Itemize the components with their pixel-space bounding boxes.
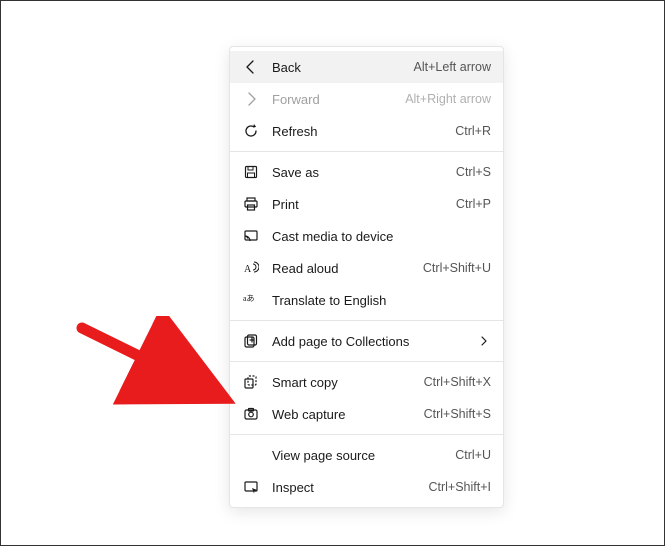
- menu-item-save-as[interactable]: Save asCtrl+S: [230, 156, 503, 188]
- menu-item-label: Web capture: [272, 407, 424, 422]
- menu-item-shortcut: Alt+Right arrow: [405, 92, 491, 106]
- menu-separator: [230, 151, 503, 152]
- menu-item-translate[interactable]: aあ Translate to English: [230, 284, 503, 316]
- menu-item-print[interactable]: PrintCtrl+P: [230, 188, 503, 220]
- menu-item-label: Back: [272, 60, 414, 75]
- menu-item-label: Translate to English: [272, 293, 491, 308]
- menu-item-back[interactable]: BackAlt+Left arrow: [230, 51, 503, 83]
- menu-item-shortcut: Ctrl+Shift+U: [423, 261, 491, 275]
- collections-icon: [242, 332, 260, 350]
- arrow-left-icon: [242, 58, 260, 76]
- smart-copy-icon: [242, 373, 260, 391]
- chevron-right-icon: [479, 335, 491, 347]
- menu-item-label: Refresh: [272, 124, 455, 139]
- svg-text:aあ: aあ: [243, 294, 255, 303]
- menu-item-collections[interactable]: Add page to Collections: [230, 325, 503, 357]
- red-arrow-annotation: [76, 316, 236, 406]
- translate-icon: aあ: [242, 291, 260, 309]
- menu-item-shortcut: Ctrl+Shift+I: [428, 480, 491, 494]
- refresh-icon: [242, 122, 260, 140]
- menu-item-read-aloud[interactable]: A Read aloudCtrl+Shift+U: [230, 252, 503, 284]
- menu-item-shortcut: Ctrl+U: [455, 448, 491, 462]
- print-icon: [242, 195, 260, 213]
- read-aloud-icon: A: [242, 259, 260, 277]
- menu-item-label: Cast media to device: [272, 229, 491, 244]
- menu-item-smart-copy[interactable]: Smart copyCtrl+Shift+X: [230, 366, 503, 398]
- menu-item-refresh[interactable]: RefreshCtrl+R: [230, 115, 503, 147]
- menu-item-shortcut: Ctrl+P: [456, 197, 491, 211]
- inspect-icon: [242, 478, 260, 496]
- menu-item-shortcut: Ctrl+S: [456, 165, 491, 179]
- menu-item-web-capture[interactable]: Web captureCtrl+Shift+S: [230, 398, 503, 430]
- menu-item-label: Smart copy: [272, 375, 424, 390]
- menu-item-forward[interactable]: ForwardAlt+Right arrow: [230, 83, 503, 115]
- menu-item-cast[interactable]: Cast media to device: [230, 220, 503, 252]
- menu-separator: [230, 320, 503, 321]
- cast-icon: [242, 227, 260, 245]
- menu-item-label: Save as: [272, 165, 456, 180]
- arrow-right-icon: [242, 90, 260, 108]
- menu-item-shortcut: Ctrl+Shift+X: [424, 375, 491, 389]
- menu-item-label: Inspect: [272, 480, 428, 495]
- menu-item-label: Read aloud: [272, 261, 423, 276]
- svg-text:A: A: [244, 264, 252, 275]
- menu-item-inspect[interactable]: InspectCtrl+Shift+I: [230, 471, 503, 503]
- web-capture-icon: [242, 405, 260, 423]
- menu-item-view-source[interactable]: View page sourceCtrl+U: [230, 439, 503, 471]
- menu-separator: [230, 361, 503, 362]
- menu-item-shortcut: Ctrl+R: [455, 124, 491, 138]
- menu-item-shortcut: Alt+Left arrow: [414, 60, 491, 74]
- menu-item-label: View page source: [272, 448, 455, 463]
- save-icon: [242, 163, 260, 181]
- menu-item-label: Print: [272, 197, 456, 212]
- menu-separator: [230, 434, 503, 435]
- icon-spacer: [242, 446, 260, 464]
- menu-item-label: Forward: [272, 92, 405, 107]
- menu-item-label: Add page to Collections: [272, 334, 479, 349]
- context-menu: BackAlt+Left arrowForwardAlt+Right arrow…: [229, 46, 504, 508]
- menu-item-shortcut: Ctrl+Shift+S: [424, 407, 491, 421]
